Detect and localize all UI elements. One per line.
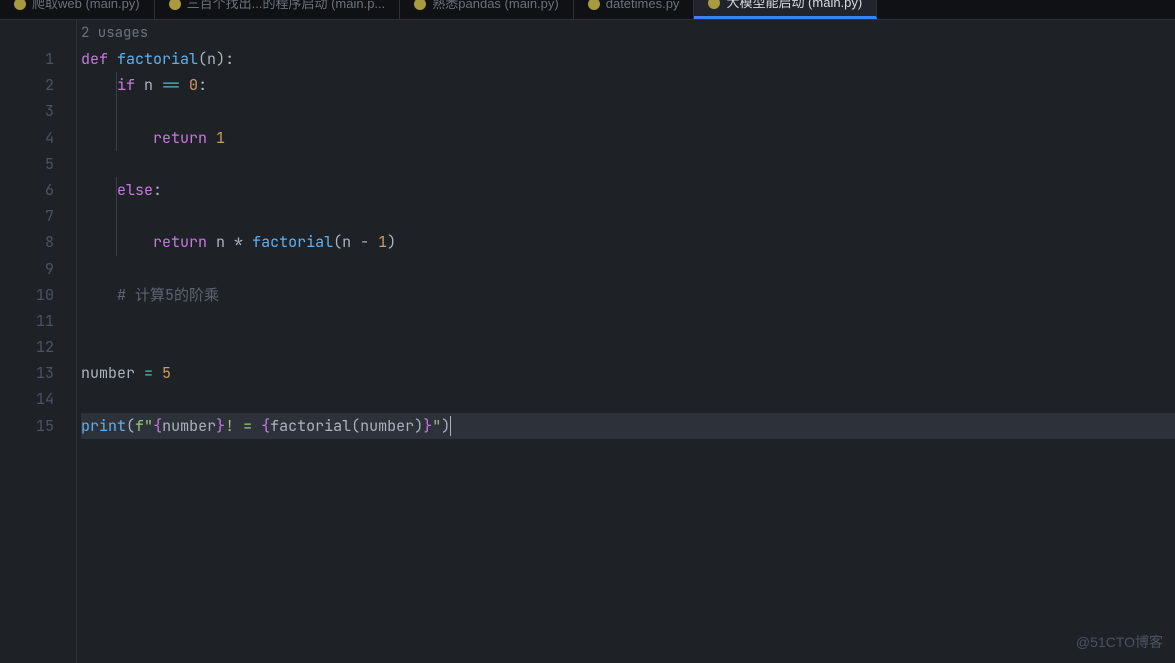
line-number: 14: [0, 386, 54, 412]
code-line[interactable]: [81, 203, 1175, 229]
line-number: 2: [0, 72, 54, 98]
code-line[interactable]: def factorial(n):: [81, 46, 1175, 72]
python-icon: [414, 0, 426, 10]
line-gutter: 1 2 3 4 5 6 7 8 9 10 11 12 13 14 15: [0, 20, 77, 663]
line-number: 15: [0, 413, 54, 439]
code-line[interactable]: else:: [81, 177, 1175, 203]
text-caret: [450, 416, 451, 436]
code-area[interactable]: 2 usages def factorial(n): if n == 0: re…: [77, 20, 1175, 663]
code-line[interactable]: [81, 256, 1175, 282]
line-number: 12: [0, 334, 54, 360]
editor-tabs: 爬取web (main.py) 三百个找出...的程序启动 (main.p...…: [0, 0, 1175, 20]
tab-4[interactable]: 大模型能启动 (main.py): [694, 0, 877, 19]
python-icon: [14, 0, 26, 10]
tab-2[interactable]: 熟悉pandas (main.py): [400, 0, 573, 19]
line-number: 1: [0, 46, 54, 72]
tab-1[interactable]: 三百个找出...的程序启动 (main.p...: [155, 0, 401, 19]
editor: 1 2 3 4 5 6 7 8 9 10 11 12 13 14 15 2 us…: [0, 20, 1175, 663]
line-number: 10: [0, 282, 54, 308]
tab-label: datetimes.py: [606, 0, 680, 17]
code-line[interactable]: return n * factorial(n - 1): [81, 229, 1175, 255]
code-line[interactable]: return 1: [81, 125, 1175, 151]
line-number: 11: [0, 308, 54, 334]
tab-label: 爬取web (main.py): [32, 0, 140, 17]
code-line[interactable]: [81, 308, 1175, 334]
watermark: @51CTO博客: [1076, 629, 1163, 655]
tab-0[interactable]: 爬取web (main.py): [0, 0, 155, 19]
code-line[interactable]: # 计算5的阶乘: [81, 282, 1175, 308]
line-number: 3: [0, 98, 54, 124]
line-number: 6: [0, 177, 54, 203]
code-line[interactable]: [81, 386, 1175, 412]
line-number: 5: [0, 151, 54, 177]
python-icon: [588, 0, 600, 10]
line-number: 7: [0, 203, 54, 229]
code-line[interactable]: print(f"{number}! = {factorial(number)}"…: [81, 413, 1175, 439]
code-line[interactable]: number = 5: [81, 360, 1175, 386]
line-number: 4: [0, 125, 54, 151]
code-line[interactable]: [81, 334, 1175, 360]
tab-label: 大模型能启动 (main.py): [726, 0, 862, 16]
python-icon: [708, 0, 720, 9]
python-icon: [169, 0, 181, 10]
line-number: 8: [0, 229, 54, 255]
tab-label: 三百个找出...的程序启动 (main.p...: [187, 0, 386, 17]
code-line[interactable]: if n == 0:: [81, 72, 1175, 98]
code-line[interactable]: [81, 151, 1175, 177]
line-number: 13: [0, 360, 54, 386]
code-line[interactable]: [81, 98, 1175, 124]
tab-3[interactable]: datetimes.py: [574, 0, 695, 19]
usages-hint[interactable]: 2 usages: [81, 20, 1175, 46]
tab-label: 熟悉pandas (main.py): [432, 0, 558, 17]
line-number: 9: [0, 256, 54, 282]
